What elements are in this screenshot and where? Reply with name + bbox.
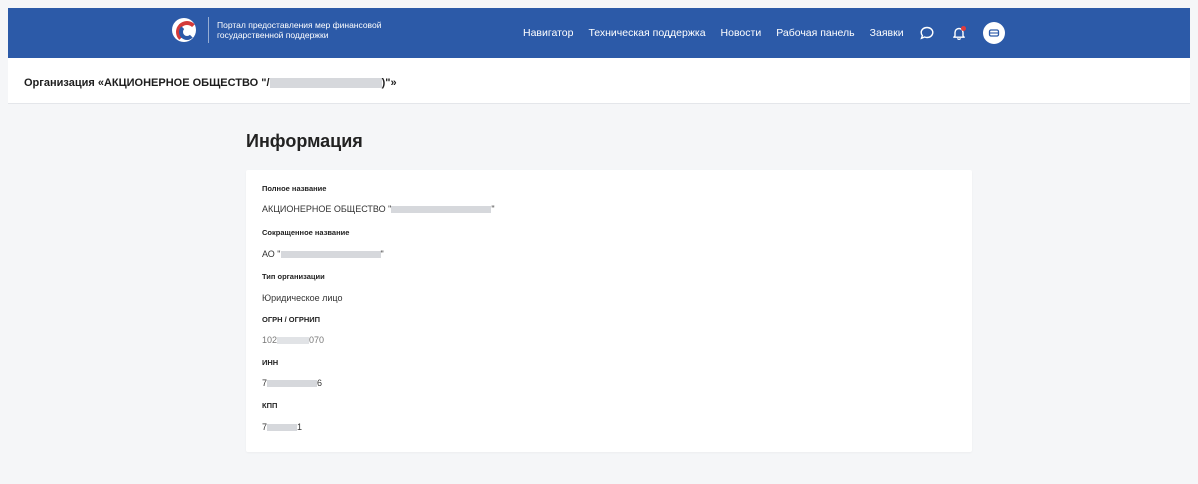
nav-navigator[interactable]: Навигатор: [523, 27, 573, 39]
value-suffix: ": [491, 204, 495, 214]
nav-tech-support[interactable]: Техническая поддержка: [588, 27, 705, 39]
value-prefix: 102: [262, 335, 278, 345]
nav-news[interactable]: Новости: [721, 27, 762, 39]
value-suffix: ": [380, 249, 384, 259]
redacted-block: [391, 206, 492, 214]
value-prefix: АКЦИОНЕРНОЕ ОБЩЕСТВО ": [262, 204, 392, 214]
top-navigation-bar: Портал предоставления мер финансовой гос…: [8, 8, 1190, 58]
redacted-block: [267, 380, 318, 388]
org-title-prefix: Организация «АКЦИОНЕРНОЕ ОБЩЕСТВО "/: [24, 77, 270, 89]
field-label-kpp: КПП: [262, 401, 278, 410]
bell-icon[interactable]: [951, 25, 967, 41]
chat-icon[interactable]: [919, 25, 935, 41]
field-label-org-type: Тип организации: [262, 272, 325, 281]
field-value-full-name: АКЦИОНЕРНОЕ ОБЩЕСТВО " ": [262, 204, 495, 214]
value-prefix: Юридическое лицо: [262, 293, 343, 303]
organization-info-card: Полное название АКЦИОНЕРНОЕ ОБЩЕСТВО " " …: [246, 170, 972, 452]
value-suffix: 1: [297, 422, 303, 432]
field-value-ogrn: 102 070: [262, 335, 324, 345]
brand-divider: [208, 17, 209, 43]
notification-badge: [960, 26, 966, 31]
organization-title: Организация «АКЦИОНЕРНОЕ ОБЩЕСТВО "/ )"»: [24, 77, 397, 89]
brand-line-1: Портал предоставления мер финансовой: [217, 20, 382, 30]
field-value-kpp: 71: [262, 422, 302, 432]
main-nav: Навигатор Техническая поддержка Новости …: [523, 8, 1005, 58]
brand-text: Портал предоставления мер финансовой гос…: [217, 20, 437, 40]
nav-applications[interactable]: Заявки: [870, 27, 904, 39]
field-label-ogrn: ОГРН / ОГРНИП: [262, 315, 321, 324]
redacted-block: [277, 337, 310, 345]
nav-dashboard[interactable]: Рабочая панель: [776, 27, 854, 39]
value-prefix: АО ": [262, 249, 281, 259]
redacted-block: [267, 424, 298, 432]
value-suffix: 070: [309, 335, 325, 345]
field-label-full-name: Полное название: [262, 184, 327, 193]
field-label-inn: ИНН: [262, 358, 279, 367]
portal-brand[interactable]: Портал предоставления мер финансовой гос…: [172, 17, 437, 43]
field-value-short-name: АО " ": [262, 249, 384, 259]
brand-line-2: государственной поддержки: [217, 30, 329, 40]
redacted-block: [280, 251, 381, 259]
redacted-block: [269, 78, 382, 89]
field-label-short-name: Сокращенное название: [262, 228, 350, 237]
section-title: Информация: [246, 131, 363, 151]
organization-header: Организация «АКЦИОНЕРНОЕ ОБЩЕСТВО "/ )"»: [8, 58, 1190, 104]
field-value-org-type: Юридическое лицо: [262, 293, 343, 303]
field-value-inn: 76: [262, 378, 322, 388]
value-suffix: 6: [317, 378, 323, 388]
portal-logo-icon: [172, 18, 196, 42]
user-avatar-icon[interactable]: [982, 22, 1005, 44]
org-title-suffix: )"»: [381, 77, 397, 89]
